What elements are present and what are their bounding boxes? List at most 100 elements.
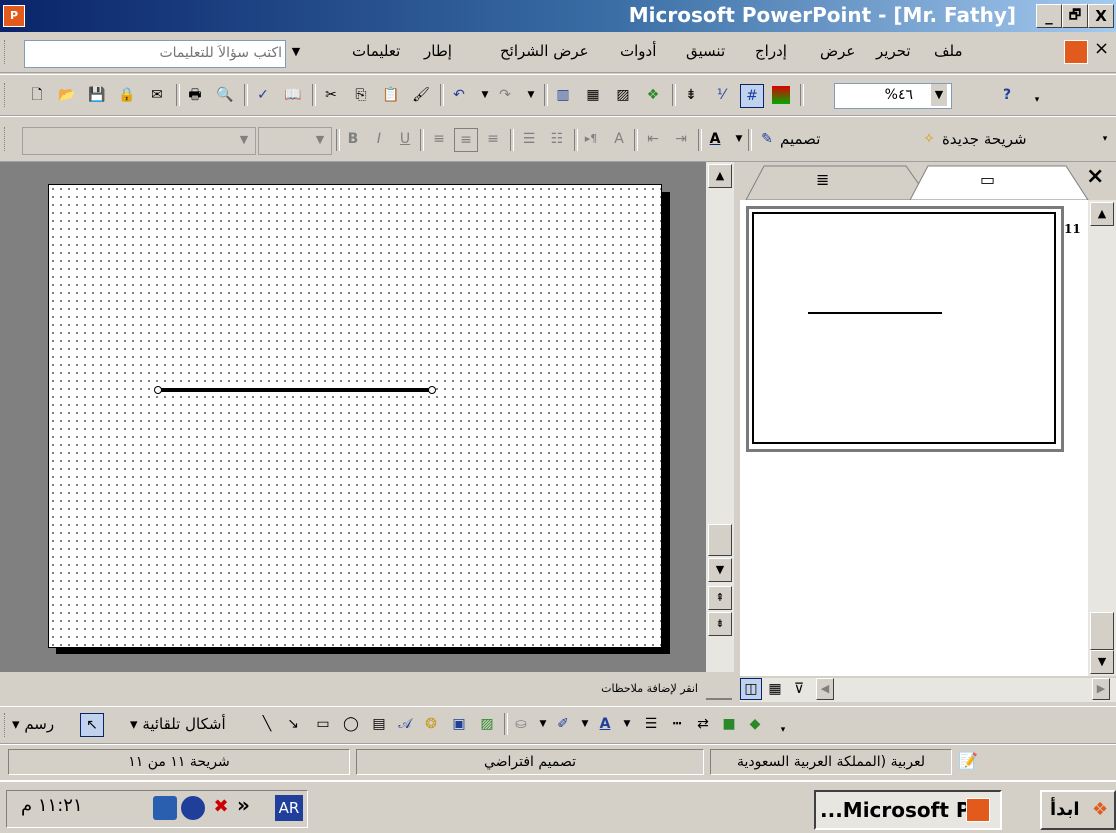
restore-button[interactable]: 🗗 bbox=[1062, 4, 1088, 28]
arrow-style-icon[interactable]: ⇄ bbox=[692, 713, 714, 735]
menu-tools[interactable]: أدوات bbox=[620, 42, 656, 60]
italic-button[interactable]: I bbox=[368, 128, 390, 150]
outline-tab[interactable]: ≣ bbox=[816, 170, 829, 189]
help-icon[interactable]: ? bbox=[996, 84, 1018, 106]
menu-window[interactable]: إطار bbox=[424, 42, 452, 60]
scroll-thumb[interactable] bbox=[708, 524, 732, 556]
toolbar-grip[interactable] bbox=[4, 83, 9, 107]
notes-area[interactable]: انقر لإضافة ملاحظات bbox=[0, 676, 706, 704]
line-color-dropdown-icon[interactable]: ▼ bbox=[574, 713, 596, 735]
next-slide-button[interactable]: ⇟ bbox=[708, 612, 732, 636]
font-color-icon[interactable]: A bbox=[594, 713, 616, 735]
previous-slide-button[interactable]: ⇞ bbox=[708, 586, 732, 610]
menu-format[interactable]: تنسيق bbox=[686, 42, 725, 60]
start-button[interactable]: ابدأ ❖ bbox=[1040, 790, 1116, 830]
font-color-dropdown-icon[interactable]: ▼ bbox=[616, 713, 638, 735]
select-objects-icon[interactable]: ↖ bbox=[80, 713, 104, 737]
menu-edit[interactable]: تحرير bbox=[876, 42, 911, 60]
tray-expand-button[interactable]: » bbox=[237, 793, 250, 817]
slideshow-icon[interactable]: ⊽ bbox=[788, 678, 810, 700]
title-bar[interactable]: P Microsoft PowerPoint - [Mr. Fathy] _ 🗗… bbox=[0, 0, 1116, 32]
copy-icon[interactable]: ⎘ bbox=[350, 84, 372, 106]
help-dropdown-button[interactable]: ▼ bbox=[288, 40, 304, 64]
menu-view[interactable]: عرض bbox=[820, 42, 855, 60]
menu-grip[interactable] bbox=[4, 40, 9, 64]
numbering-icon[interactable]: ☰ bbox=[518, 128, 540, 150]
undo-icon[interactable]: ↶ bbox=[448, 84, 470, 106]
slide-sorter-icon[interactable]: ▦ bbox=[764, 678, 786, 700]
diagram-icon[interactable]: ❂ bbox=[420, 713, 442, 735]
hscroll-right-button[interactable]: ▶ bbox=[1092, 678, 1110, 700]
pane-close-button[interactable]: × bbox=[1086, 164, 1104, 189]
help-search-input[interactable] bbox=[25, 41, 284, 65]
text-direction-icon[interactable]: ▸¶ bbox=[580, 128, 602, 150]
minimize-button[interactable]: _ bbox=[1036, 4, 1062, 28]
language-indicator[interactable]: AR bbox=[275, 795, 303, 821]
paste-icon[interactable]: 📋 bbox=[380, 84, 402, 106]
undo-dropdown-icon[interactable]: ▼ bbox=[474, 84, 496, 106]
close-button[interactable]: X bbox=[1088, 4, 1114, 28]
scroll-up-button[interactable]: ▲ bbox=[708, 164, 732, 188]
increase-indent-icon[interactable]: ⇥ bbox=[670, 128, 692, 150]
insert-chart-icon[interactable]: ▥ bbox=[552, 84, 574, 106]
rectangle-tool-icon[interactable]: ▭ bbox=[312, 713, 334, 735]
line-start-handle[interactable] bbox=[154, 386, 162, 394]
spelling-status-icon[interactable]: 📝 bbox=[958, 751, 978, 770]
messenger-icon[interactable] bbox=[181, 796, 205, 820]
normal-view-icon[interactable]: ◫ bbox=[740, 678, 762, 700]
spelling-icon[interactable]: ✓ bbox=[252, 84, 274, 106]
permission-icon[interactable]: 🔒 bbox=[116, 84, 138, 106]
document-icon[interactable] bbox=[1064, 40, 1088, 64]
new-icon[interactable]: 🗋 bbox=[26, 84, 48, 106]
document-close-button[interactable]: × bbox=[1094, 38, 1109, 59]
oval-tool-icon[interactable]: ◯ bbox=[340, 713, 362, 735]
font-color-dropdown-icon[interactable]: ▼ bbox=[728, 128, 750, 150]
clipart-icon[interactable]: ▣ bbox=[448, 713, 470, 735]
line-color-icon[interactable]: ✐ bbox=[552, 713, 574, 735]
bold-button[interactable]: B bbox=[342, 128, 364, 150]
shadow-style-icon[interactable]: ■ bbox=[718, 713, 740, 735]
format-painter-icon[interactable]: 🖌 bbox=[410, 84, 432, 106]
design-button[interactable]: تصميم bbox=[780, 130, 820, 148]
hscroll-left-button[interactable]: ◀ bbox=[816, 678, 834, 700]
pane-scroll-down-button[interactable]: ▼ bbox=[1090, 650, 1114, 674]
menu-slideshow[interactable]: عرض الشرائح bbox=[500, 42, 589, 60]
bullets-icon[interactable]: ☷ bbox=[546, 128, 568, 150]
print-icon[interactable]: 🖶 bbox=[184, 84, 206, 106]
toolbar-grip[interactable] bbox=[4, 713, 9, 737]
menu-help[interactable]: تعليمات bbox=[352, 42, 400, 60]
3d-style-icon[interactable]: ◆ bbox=[744, 713, 766, 735]
slides-tab[interactable]: ▭ bbox=[980, 170, 995, 189]
pane-vertical-scrollbar[interactable] bbox=[1088, 200, 1116, 678]
splitter-handle[interactable] bbox=[706, 680, 732, 700]
font-name-box[interactable] bbox=[22, 127, 256, 155]
toolbar-options-icon[interactable]: ▾ bbox=[1094, 128, 1116, 150]
open-icon[interactable]: 📂 bbox=[56, 84, 78, 106]
font-dropdown-button[interactable]: ▼ bbox=[236, 128, 252, 152]
toolbar-options-icon[interactable]: ▾ bbox=[772, 719, 794, 741]
line-style-icon[interactable]: ☰ bbox=[640, 713, 662, 735]
powerpoint-app-icon[interactable]: P bbox=[3, 5, 25, 27]
pane-scroll-up-button[interactable]: ▲ bbox=[1090, 202, 1114, 226]
design-icon[interactable]: ✎ bbox=[756, 128, 778, 150]
scroll-down-button[interactable]: ▼ bbox=[708, 558, 732, 582]
new-slide-icon[interactable]: ✧ bbox=[918, 128, 940, 150]
network-icon[interactable] bbox=[153, 796, 177, 820]
slide-thumbnail[interactable] bbox=[752, 212, 1056, 444]
insert-picture-icon[interactable]: ▨ bbox=[476, 713, 498, 735]
insert-table-icon[interactable]: ▦ bbox=[582, 84, 604, 106]
decrease-indent-icon[interactable]: ⇤ bbox=[642, 128, 664, 150]
expand-all-icon[interactable]: ⇟ bbox=[680, 84, 702, 106]
cut-icon[interactable]: ✂ bbox=[320, 84, 342, 106]
menu-file[interactable]: ملف bbox=[934, 42, 963, 60]
draw-menu-button[interactable]: رسم ▾ bbox=[12, 715, 54, 733]
dash-style-icon[interactable]: ┅ bbox=[666, 713, 688, 735]
new-slide-button[interactable]: شريحة جديدة bbox=[942, 130, 1027, 148]
security-alert-icon[interactable]: ✖ bbox=[209, 796, 233, 820]
fill-color-icon[interactable]: ⛀ bbox=[510, 713, 532, 735]
research-icon[interactable]: 📖 bbox=[282, 84, 304, 106]
zoom-box[interactable]: %٤٦ ▼ bbox=[834, 83, 952, 109]
print-preview-icon[interactable]: 🔍 bbox=[214, 84, 236, 106]
email-icon[interactable]: ✉ bbox=[146, 84, 168, 106]
fill-color-dropdown-icon[interactable]: ▼ bbox=[532, 713, 554, 735]
